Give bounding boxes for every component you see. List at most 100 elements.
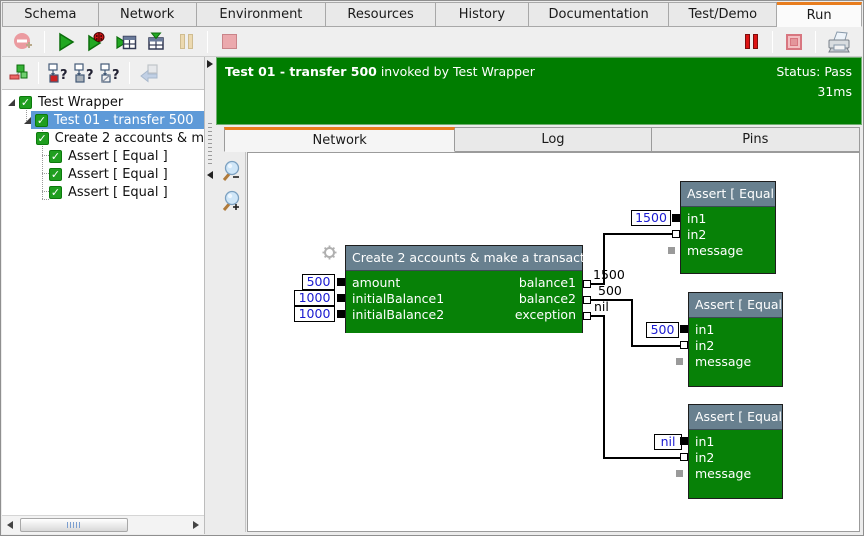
output-port-label[interactable]: balance1 bbox=[519, 275, 576, 291]
input-pin[interactable] bbox=[672, 214, 680, 222]
test-tree: Test Wrapper Test 01 - transfer 500 Crea… bbox=[2, 91, 204, 515]
pin-value-box[interactable]: 1000 bbox=[294, 306, 335, 322]
find-skipped-button[interactable]: ? bbox=[98, 61, 122, 85]
node-create-accounts[interactable]: Create 2 accounts & make a transaction a… bbox=[345, 245, 583, 333]
node-assert-3[interactable]: Assert [ Equal ] in1 in2 message bbox=[688, 404, 783, 499]
tab-history[interactable]: History bbox=[436, 2, 529, 27]
checkbox-checked-icon[interactable] bbox=[36, 132, 49, 145]
panel-splitter[interactable] bbox=[205, 57, 216, 534]
wire-exception bbox=[603, 315, 605, 459]
scrollbar-thumb[interactable] bbox=[20, 518, 128, 532]
pin-value-box[interactable]: nil bbox=[654, 434, 682, 450]
input-pin[interactable] bbox=[676, 358, 683, 365]
zoom-out-icon bbox=[220, 160, 242, 184]
input-pin[interactable] bbox=[676, 470, 683, 477]
import-results-button[interactable] bbox=[143, 30, 169, 54]
run-button[interactable] bbox=[53, 30, 79, 54]
navigate-back-button[interactable] bbox=[137, 61, 161, 85]
output-pin[interactable] bbox=[583, 312, 591, 320]
pause-button-disabled[interactable] bbox=[173, 30, 199, 54]
collapse-left-icon[interactable] bbox=[207, 171, 213, 179]
input-port-label[interactable]: in2 bbox=[687, 227, 706, 243]
pause-active-button[interactable] bbox=[738, 30, 764, 54]
output-port-label[interactable]: exception bbox=[515, 307, 576, 323]
scroll-right-button[interactable] bbox=[188, 517, 204, 534]
node-assert-2[interactable]: Assert [ Equal ] in1 in2 message bbox=[688, 292, 783, 387]
tab-schema[interactable]: Schema bbox=[2, 2, 99, 27]
tab-network[interactable]: Network bbox=[99, 2, 197, 27]
node-assert-1[interactable]: Assert [ Equal ] in1 in2 message bbox=[680, 181, 776, 274]
pin-value-box[interactable]: 1000 bbox=[294, 290, 335, 306]
expander-icon[interactable] bbox=[8, 99, 15, 106]
collapse-right-icon[interactable] bbox=[207, 60, 213, 68]
input-port-label[interactable]: in1 bbox=[695, 322, 714, 338]
input-port-label[interactable]: in2 bbox=[695, 338, 714, 354]
checkbox-checked-icon[interactable] bbox=[49, 150, 62, 163]
input-pin[interactable] bbox=[680, 341, 688, 349]
checkbox-checked-icon[interactable] bbox=[19, 96, 32, 109]
input-port-label[interactable]: message bbox=[687, 243, 743, 259]
tab-environment[interactable]: Environment bbox=[197, 2, 327, 27]
input-port-label[interactable]: message bbox=[695, 354, 751, 370]
tab-documentation[interactable]: Documentation bbox=[529, 2, 670, 27]
input-pin[interactable] bbox=[680, 325, 688, 333]
tab-network-view[interactable]: Network bbox=[224, 127, 455, 152]
zoom-in-button[interactable] bbox=[220, 190, 242, 214]
run-to-view-button[interactable] bbox=[113, 30, 139, 54]
tab-pins-view[interactable]: Pins bbox=[652, 127, 860, 152]
input-pin[interactable] bbox=[680, 453, 688, 461]
find-failed-button[interactable]: ? bbox=[46, 61, 70, 85]
input-port-label[interactable]: in1 bbox=[687, 211, 706, 227]
input-port-label[interactable]: initialBalance1 bbox=[352, 291, 444, 307]
stop-run-button[interactable] bbox=[781, 30, 807, 54]
debug-run-button[interactable] bbox=[83, 30, 109, 54]
tree-item-assert-3[interactable]: Assert [ Equal ] bbox=[2, 183, 204, 201]
input-port-label[interactable]: amount bbox=[352, 275, 400, 291]
tree-item-assert-1[interactable]: Assert [ Equal ] bbox=[2, 147, 204, 165]
input-port-label[interactable]: message bbox=[695, 466, 751, 482]
tree-item-assert-2[interactable]: Assert [ Equal ] bbox=[2, 165, 204, 183]
find-unknown-icon: ? bbox=[73, 62, 95, 84]
input-pin[interactable] bbox=[337, 278, 345, 286]
input-port-label[interactable]: in1 bbox=[695, 434, 714, 450]
horizontal-scrollbar[interactable] bbox=[2, 515, 204, 534]
run-panel: Test 01 - transfer 500 invoked by Test W… bbox=[216, 57, 862, 534]
tab-run[interactable]: Run bbox=[777, 2, 862, 27]
input-port-label[interactable]: initialBalance2 bbox=[352, 307, 444, 323]
tree-item-create-accounts[interactable]: Create 2 accounts & m bbox=[2, 129, 204, 147]
pin-value-box[interactable]: 1500 bbox=[631, 210, 671, 226]
input-pin[interactable] bbox=[337, 310, 345, 318]
zoom-out-button[interactable] bbox=[220, 160, 242, 184]
tree-item-test-wrapper[interactable]: Test Wrapper bbox=[2, 93, 204, 111]
tab-test-demo[interactable]: Test/Demo bbox=[669, 2, 777, 27]
input-pin[interactable] bbox=[337, 294, 345, 302]
reset-button[interactable] bbox=[10, 30, 36, 54]
tab-label: Schema bbox=[24, 7, 76, 22]
input-port-label[interactable]: in2 bbox=[695, 450, 714, 466]
checkbox-checked-icon[interactable] bbox=[49, 168, 62, 181]
output-pin[interactable] bbox=[583, 280, 591, 288]
checkbox-checked-icon[interactable] bbox=[49, 186, 62, 199]
output-port-label[interactable]: balance2 bbox=[519, 291, 576, 307]
splitter-grip bbox=[208, 123, 212, 165]
tab-log-view[interactable]: Log bbox=[455, 127, 651, 152]
pin-value-box[interactable]: 500 bbox=[646, 322, 679, 338]
tab-resources[interactable]: Resources bbox=[326, 2, 436, 27]
tree-structure-button[interactable] bbox=[7, 61, 31, 85]
find-unknown-button[interactable]: ? bbox=[72, 61, 96, 85]
gear-icon[interactable] bbox=[322, 245, 337, 260]
checkbox-checked-icon[interactable] bbox=[35, 114, 48, 127]
stop-button-disabled[interactable] bbox=[216, 30, 242, 54]
tab-label: Environment bbox=[219, 7, 302, 22]
scroll-left-button[interactable] bbox=[2, 517, 18, 534]
toolbar-separator bbox=[207, 31, 208, 53]
status-text: Status: Pass bbox=[776, 64, 852, 79]
input-pin[interactable] bbox=[668, 247, 675, 254]
tree-item-test-01[interactable]: Test 01 - transfer 500 bbox=[2, 111, 204, 129]
print-button[interactable] bbox=[824, 30, 854, 54]
input-pin[interactable] bbox=[672, 230, 680, 238]
expander-icon[interactable] bbox=[24, 117, 31, 124]
pin-value-box[interactable]: 500 bbox=[302, 274, 335, 290]
output-pin[interactable] bbox=[583, 296, 591, 304]
input-pin[interactable] bbox=[680, 437, 688, 445]
